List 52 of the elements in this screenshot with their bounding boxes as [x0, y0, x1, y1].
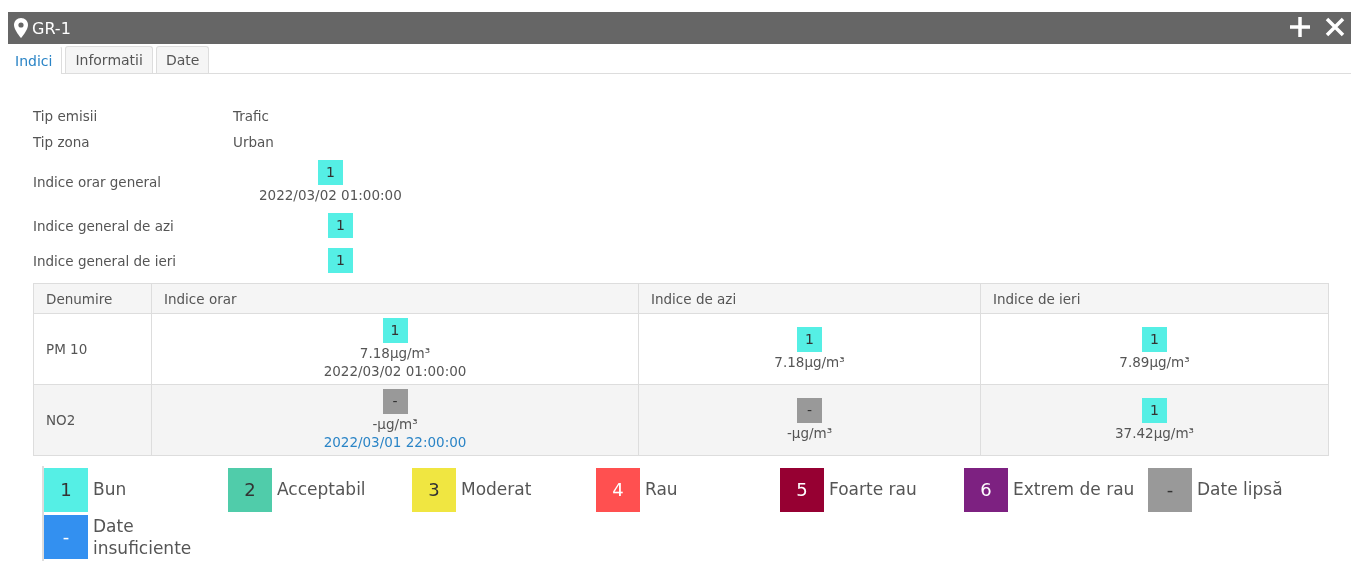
field-label: Indice general de azi — [33, 217, 175, 234]
index-badge: - — [44, 515, 88, 559]
table-cell: PM 10 — [33, 313, 152, 385]
legend-label: Foarte rau — [829, 478, 918, 501]
column-header: Indice de azi — [638, 283, 981, 314]
tab[interactable]: Date — [155, 46, 210, 73]
map-pin-icon — [14, 18, 28, 38]
index-badge: 3 — [412, 467, 456, 512]
measurement-value: -µg/m³ — [786, 424, 833, 442]
tab[interactable]: Informatii — [65, 46, 153, 73]
field-label: Indice general de ieri — [33, 252, 177, 269]
measurement-value: 7.18µg/m³ — [359, 344, 431, 362]
legend-label: Date insuficiente — [93, 514, 193, 560]
measurement-value: -µg/m³ — [372, 415, 418, 433]
index-badge: - — [382, 389, 408, 414]
field-label: Indice orar general — [33, 173, 163, 190]
legend-label: Extrem de rau — [1013, 478, 1136, 501]
index-badge: 6 — [964, 467, 1008, 512]
index-badge: 1 — [44, 467, 88, 512]
legend-label: Moderat — [461, 478, 533, 501]
index-badge: 1 — [328, 248, 353, 273]
field-label: Tip zona — [33, 134, 91, 150]
index-badge: 5 — [780, 467, 824, 512]
index-badge: 1 — [797, 327, 822, 352]
index-badge: 1 — [328, 213, 353, 238]
timestamp: 2022/03/01 22:00:00 — [323, 433, 467, 451]
legend-label: Rau — [645, 478, 679, 501]
legend-label: Acceptabil — [277, 478, 367, 501]
legend-label: Date lipsă — [1197, 478, 1284, 501]
table-cell: NO2 — [33, 384, 152, 456]
field-value: Trafic — [233, 108, 270, 124]
legend-label: Bun — [93, 478, 128, 501]
window-title: GR-1 — [32, 18, 72, 38]
index-badge: - — [797, 398, 822, 423]
field-label: Tip emisii — [33, 108, 99, 124]
column-header: Indice orar — [151, 283, 639, 314]
timestamp: 2022/03/02 01:00:00 — [323, 362, 467, 380]
index-badge: 1 — [317, 160, 343, 185]
index-badge: 1 — [1142, 327, 1167, 352]
measurement-value: 7.89µg/m³ — [1119, 353, 1190, 371]
tab[interactable]: Indici — [8, 46, 63, 74]
index-badge: 1 — [1142, 398, 1167, 423]
column-header: Indice de ieri — [980, 283, 1329, 314]
index-badge: - — [1148, 467, 1192, 512]
measurement-value: 7.18µg/m³ — [774, 353, 845, 371]
timestamp: 2022/03/02 01:00:00 — [259, 187, 402, 203]
index-badge: 4 — [596, 467, 640, 512]
measurement-value: 37.42µg/m³ — [1115, 424, 1194, 442]
column-header: Denumire — [33, 283, 152, 314]
index-badge: 1 — [382, 318, 408, 343]
field-value: Urban — [233, 134, 275, 150]
index-badge: 2 — [228, 467, 272, 512]
